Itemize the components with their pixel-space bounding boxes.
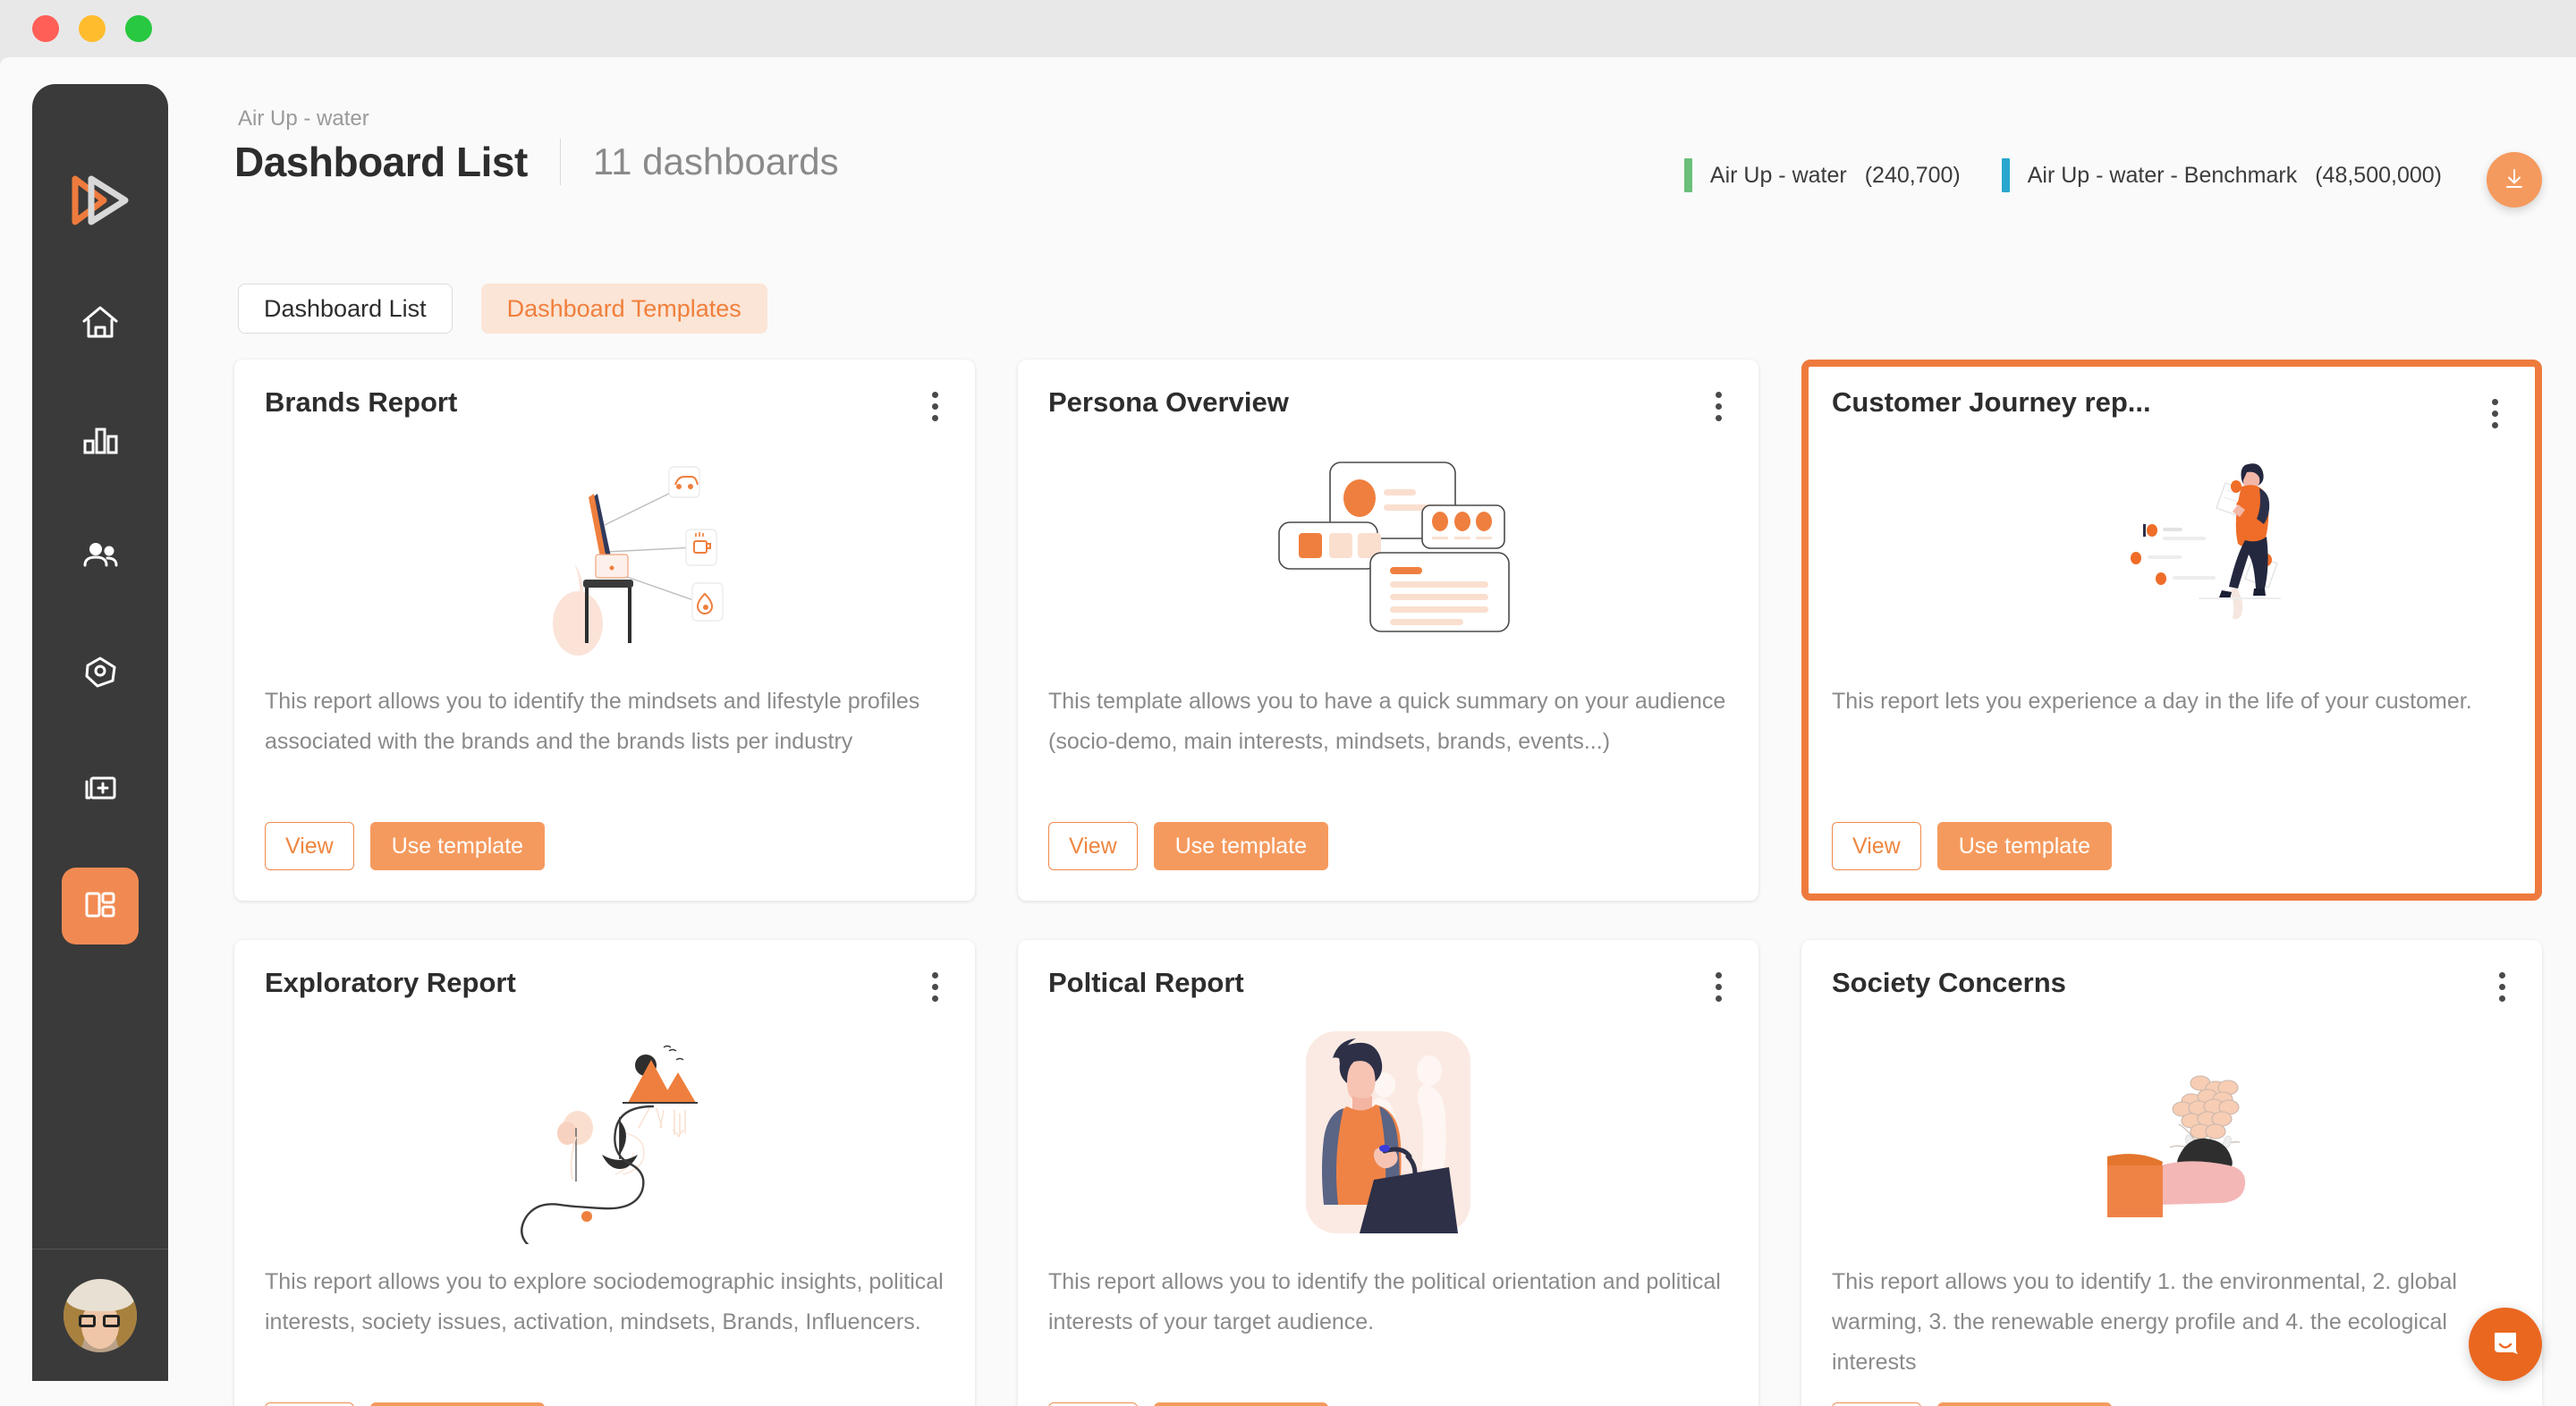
card-title: Customer Journey rep...	[1832, 386, 2151, 418]
chat-bubble-icon	[2486, 1324, 2525, 1366]
card-description: This report allows you to identify the p…	[1048, 1269, 1721, 1334]
kebab-menu-icon[interactable]	[919, 967, 950, 1006]
card-title: Persona Overview	[1048, 386, 1289, 418]
card-title: Society Concerns	[1832, 967, 2066, 998]
kebab-menu-icon[interactable]	[2479, 394, 2510, 433]
card-title: Brands Report	[265, 386, 458, 418]
tab-bar: Dashboard List Dashboard Templates	[238, 284, 767, 334]
card-actions: View Use template	[1048, 822, 1728, 870]
title-divider	[559, 139, 561, 185]
people-icon	[79, 534, 122, 581]
app-body: Air Up - water Dashboard List 11 dashboa…	[0, 57, 2576, 1406]
main-content: Air Up - water Dashboard List 11 dashboa…	[234, 57, 2576, 1406]
bar-chart-icon	[79, 418, 122, 465]
view-button[interactable]: View	[265, 1402, 354, 1406]
legend-value-benchmark: (48,500,000)	[2315, 162, 2442, 188]
legend-swatch-benchmark	[2001, 158, 2010, 192]
maximize-window-button[interactable]	[125, 15, 152, 42]
card-actions: View Use template	[265, 822, 945, 870]
tag-icon	[79, 650, 122, 698]
card-title: Poltical Report	[1048, 967, 1244, 998]
dashboard-card[interactable]: Society Concerns This report allows you …	[1801, 940, 2542, 1406]
home-icon	[79, 301, 122, 349]
use-template-button[interactable]: Use template	[1936, 1402, 2113, 1406]
sidebar-item-analytics[interactable]	[62, 402, 139, 479]
page-header: Dashboard List 11 dashboards	[234, 138, 839, 186]
card-actions: View Use template	[1832, 822, 2512, 870]
use-template-button[interactable]: Use template	[369, 1402, 546, 1406]
dashboard-count: 11 dashboards	[592, 140, 839, 182]
card-title: Exploratory Report	[265, 967, 516, 998]
card-actions: View Use template	[1832, 1402, 2512, 1406]
avatar-image	[64, 1278, 137, 1352]
sidebar-item-tags[interactable]	[62, 635, 139, 712]
sidebar-item-home[interactable]	[62, 286, 139, 363]
logo-play-triangles-icon[interactable]	[68, 174, 132, 227]
sidebar-nav	[62, 286, 139, 984]
sidebar	[32, 84, 168, 1381]
kebab-menu-icon[interactable]	[2487, 967, 2517, 1006]
card-description: This report allows you to identify 1. th…	[1832, 1269, 2457, 1375]
download-button[interactable]	[2487, 152, 2542, 208]
sidebar-item-add[interactable]	[62, 751, 139, 828]
sidebar-item-dashboards[interactable]	[62, 868, 139, 944]
kebab-menu-icon[interactable]	[919, 386, 950, 426]
view-button[interactable]: View	[1832, 822, 1921, 870]
dashboard-card[interactable]: Exploratory Report This report allows yo…	[234, 940, 975, 1406]
user-avatar[interactable]	[32, 1249, 168, 1381]
card-illustration-customer-journey	[1832, 440, 2512, 664]
dashboard-card-selected[interactable]: Customer Journey rep... This report lets…	[1801, 360, 2542, 901]
dashboard-card[interactable]: Persona Overview This template allows yo…	[1018, 360, 1758, 901]
page-title: Dashboard List	[234, 139, 528, 185]
add-card-icon	[79, 767, 122, 814]
kebab-menu-icon[interactable]	[1703, 386, 1733, 426]
minimize-window-button[interactable]	[79, 15, 106, 42]
view-button[interactable]: View	[265, 822, 354, 870]
download-icon	[2501, 165, 2528, 195]
view-button[interactable]: View	[1832, 1402, 1921, 1406]
card-description: This template allows you to have a quick…	[1048, 689, 1726, 754]
use-template-button[interactable]: Use template	[1153, 822, 1329, 870]
card-illustration-political-report	[1048, 1021, 1728, 1244]
legend-item-benchmark: Air Up - water - Benchmark (48,500,000)	[2001, 158, 2442, 192]
card-illustration-society-concerns	[1832, 1021, 2512, 1244]
legend-item-audience: Air Up - water (240,700)	[1683, 158, 1961, 192]
card-illustration-brands-report	[265, 440, 945, 664]
dashboard-card[interactable]: Poltical Report This report allows you t…	[1018, 940, 1758, 1406]
dashboard-grid-icon	[79, 883, 122, 930]
tab-dashboard-list[interactable]: Dashboard List	[238, 284, 453, 334]
legend-label-audience: Air Up - water	[1709, 162, 1847, 188]
use-template-button[interactable]: Use template	[1153, 1402, 1329, 1406]
card-description: This report allows you to explore sociod…	[265, 1269, 944, 1334]
card-illustration-exploratory-report	[265, 1021, 945, 1244]
close-window-button[interactable]	[32, 15, 59, 42]
use-template-button[interactable]: Use template	[369, 822, 546, 870]
app-window: Air Up - water Dashboard List 11 dashboa…	[0, 0, 2576, 1406]
sidebar-item-audiences[interactable]	[62, 519, 139, 596]
intercom-launcher-button[interactable]	[2469, 1308, 2542, 1381]
card-illustration-persona-overview	[1048, 440, 1728, 664]
card-description: This report lets you experience a day in…	[1832, 689, 2472, 714]
window-titlebar	[0, 0, 2576, 57]
dashboard-card-grid: Brands Report This report allows you to …	[234, 360, 2542, 1406]
card-description: This report allows you to identify the m…	[265, 689, 920, 754]
tab-dashboard-templates[interactable]: Dashboard Templates	[480, 284, 767, 334]
use-template-button[interactable]: Use template	[1936, 822, 2113, 870]
breadcrumb: Air Up - water	[238, 106, 369, 131]
view-button[interactable]: View	[1048, 822, 1138, 870]
view-button[interactable]: View	[1048, 1402, 1138, 1406]
card-actions: View Use template	[1048, 1402, 1728, 1406]
legend-label-benchmark: Air Up - water - Benchmark	[2027, 162, 2298, 188]
kebab-menu-icon[interactable]	[1703, 967, 1733, 1006]
legend-value-audience: (240,700)	[1864, 162, 1961, 188]
legend-swatch-audience	[1683, 158, 1692, 192]
card-actions: View Use template	[265, 1402, 945, 1406]
audience-legend: Air Up - water (240,700) Air Up - water …	[1683, 158, 2442, 192]
dashboard-card[interactable]: Brands Report This report allows you to …	[234, 360, 975, 901]
